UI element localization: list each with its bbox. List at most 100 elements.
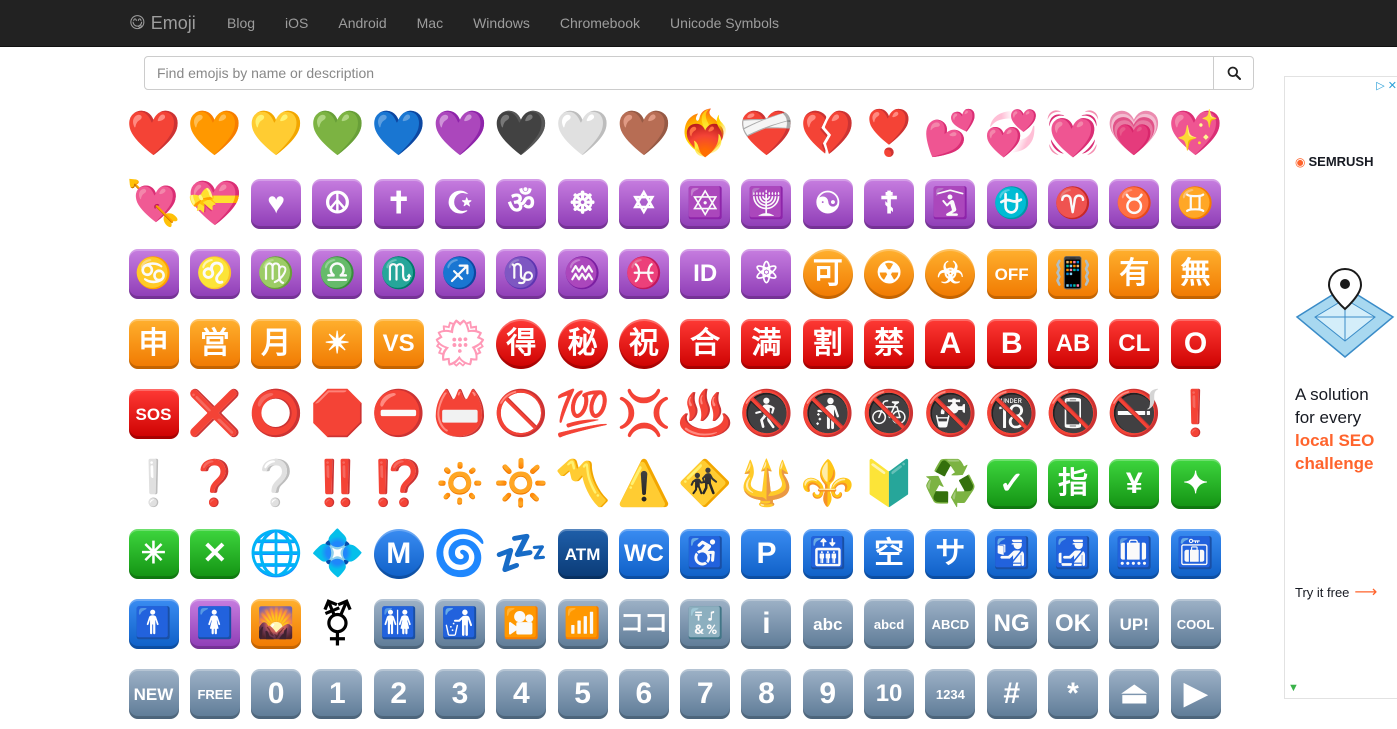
emoji-keycap-7[interactable]: 7 <box>675 659 736 729</box>
emoji-keycap-0[interactable]: 0 <box>246 659 307 729</box>
emoji-keycap-2[interactable]: 2 <box>368 659 429 729</box>
emoji-customs[interactable]: 🛃 <box>1042 519 1103 589</box>
emoji-gemini[interactable]: ♊ <box>1165 169 1226 239</box>
emoji-o-button[interactable]: O <box>1165 309 1226 379</box>
emoji-play-button[interactable]: ▶ <box>1165 659 1226 729</box>
emoji-mending-heart[interactable]: ❤️‍🩹 <box>736 99 797 169</box>
emoji-menorah[interactable]: 🕎 <box>736 169 797 239</box>
emoji-globe-with-meridians[interactable]: 🌐 <box>246 519 307 589</box>
adchoices-icon[interactable]: ▷ ✕ <box>1376 79 1397 92</box>
emoji-input-latin-uppercase[interactable]: ABCD <box>920 589 981 659</box>
emoji-keycap-6[interactable]: 6 <box>613 659 674 729</box>
emoji-not-free-of-charge[interactable]: 有 <box>1104 239 1165 309</box>
emoji-cyclone[interactable]: 🌀 <box>429 519 490 589</box>
emoji-sparkling-heart[interactable]: 💖 <box>1165 99 1226 169</box>
emoji-virgo[interactable]: ♍ <box>246 239 307 309</box>
emoji-information[interactable]: i <box>736 589 797 659</box>
emoji-peace-symbol[interactable]: ☮ <box>307 169 368 239</box>
emoji-white-exclamation[interactable]: ❕ <box>123 449 184 519</box>
emoji-leo[interactable]: ♌ <box>184 239 245 309</box>
emoji-diamond-with-a-dot[interactable]: 💠 <box>307 519 368 589</box>
emoji-broken-heart[interactable]: 💔 <box>797 99 858 169</box>
emoji-purple-heart[interactable]: 💜 <box>429 99 490 169</box>
emoji-recycling-symbol[interactable]: ♻️ <box>920 449 981 519</box>
emoji-womens-room[interactable]: 🚺 <box>184 589 245 659</box>
emoji-no-bicycles[interactable]: 🚳 <box>859 379 920 449</box>
emoji-beating-heart[interactable]: 💓 <box>1042 99 1103 169</box>
nav-link-ios[interactable]: iOS <box>270 0 323 47</box>
emoji-ng-button[interactable]: NG <box>981 589 1042 659</box>
ad-banner[interactable]: ▷ ✕ ◉ SEMRUSH A solution for every local… <box>1284 76 1397 699</box>
emoji-eight-pointed-star[interactable]: ✴ <box>307 309 368 379</box>
nav-link-unicode-symbols[interactable]: Unicode Symbols <box>655 0 794 47</box>
emoji-hollow-red-circle[interactable]: ⭕ <box>246 379 307 449</box>
emoji-vacancy-button[interactable]: 空 <box>859 519 920 589</box>
emoji-passing-grade[interactable]: 合 <box>675 309 736 379</box>
emoji-keycap-1[interactable]: 1 <box>307 659 368 729</box>
emoji-keycap-9[interactable]: 9 <box>797 659 858 729</box>
emoji-keycap-asterisk[interactable]: * <box>1042 659 1103 729</box>
emoji-sparkle[interactable]: ✦ <box>1165 449 1226 519</box>
emoji-keycap-5[interactable]: 5 <box>552 659 613 729</box>
emoji-eight-spoked-asterisk[interactable]: ✳ <box>123 519 184 589</box>
emoji-children-crossing[interactable]: 🚸 <box>675 449 736 519</box>
emoji-red-heart[interactable]: ❤️ <box>123 99 184 169</box>
emoji-capricorn[interactable]: ♑ <box>491 239 552 309</box>
emoji-cinema[interactable]: 🎦 <box>491 589 552 659</box>
emoji-antenna-bars[interactable]: 📶 <box>552 589 613 659</box>
ad-cta-link[interactable]: Try it free ⟶ <box>1295 582 1377 602</box>
emoji-green-heart[interactable]: 💚 <box>307 99 368 169</box>
emoji-wheel-of-dharma[interactable]: ☸ <box>552 169 613 239</box>
emoji-open-for-business[interactable]: 営 <box>184 309 245 379</box>
search-input[interactable] <box>144 56 1214 90</box>
emoji-keycap-10[interactable]: 10 <box>859 659 920 729</box>
emoji-id-button[interactable]: ID <box>675 239 736 309</box>
emoji-no-one-under-eighteen[interactable]: 🔞 <box>981 379 1042 449</box>
emoji-japanese-beginner[interactable]: 🔰 <box>859 449 920 519</box>
emoji-latin-cross[interactable]: ✝ <box>368 169 429 239</box>
emoji-litter-in-bin[interactable]: 🚮 <box>429 589 490 659</box>
emoji-service-charge[interactable]: サ <box>920 519 981 589</box>
emoji-white-question[interactable]: ❔ <box>246 449 307 519</box>
emoji-double-exclamation[interactable]: ‼️ <box>307 449 368 519</box>
emoji-wheelchair-symbol[interactable]: ♿ <box>675 519 736 589</box>
emoji-non-potable-water[interactable]: 🚱 <box>920 379 981 449</box>
emoji-prohibited[interactable]: 🚫 <box>491 379 552 449</box>
emoji-left-luggage[interactable]: 🛅 <box>1165 519 1226 589</box>
nav-link-android[interactable]: Android <box>323 0 401 47</box>
emoji-scorpio[interactable]: ♏ <box>368 239 429 309</box>
emoji-dotted-six-pointed-star[interactable]: 🔯 <box>675 169 736 239</box>
emoji-anger-symbol[interactable]: 💢 <box>613 379 674 449</box>
emoji-mobile-phone-off[interactable]: OFF <box>981 239 1042 309</box>
emoji-elevator[interactable]: 🛗 <box>797 519 858 589</box>
emoji-two-hearts[interactable]: 💕 <box>920 99 981 169</box>
emoji-b-button[interactable]: B <box>981 309 1042 379</box>
emoji-monthly-amount[interactable]: 月 <box>246 309 307 379</box>
emoji-black-heart[interactable]: 🖤 <box>491 99 552 169</box>
emoji-discount-button[interactable]: 割 <box>797 309 858 379</box>
emoji-input-numbers[interactable]: 1234 <box>920 659 981 729</box>
emoji-restroom[interactable]: 🚻 <box>368 589 429 659</box>
emoji-place-of-worship[interactable]: 🛐 <box>920 169 981 239</box>
emoji-free-button[interactable]: FREE <box>184 659 245 729</box>
emoji-star-of-david[interactable]: ✡ <box>613 169 674 239</box>
emoji-hot-springs[interactable]: ♨️ <box>675 379 736 449</box>
emoji-atom-symbol[interactable]: ⚛ <box>736 239 797 309</box>
emoji-reserved-button[interactable]: 指 <box>1042 449 1103 519</box>
emoji-dim-button[interactable]: 🔅 <box>429 449 490 519</box>
emoji-warning[interactable]: ⚠️ <box>613 449 674 519</box>
nav-link-windows[interactable]: Windows <box>458 0 545 47</box>
emoji-up-button[interactable]: UP! <box>1104 589 1165 659</box>
emoji-keycap-4[interactable]: 4 <box>491 659 552 729</box>
emoji-vibration-mode[interactable]: 📳 <box>1042 239 1103 309</box>
emoji-water-closet[interactable]: WC <box>613 519 674 589</box>
emoji-cancer[interactable]: ♋ <box>123 239 184 309</box>
emoji-keycap-hash[interactable]: # <box>981 659 1042 729</box>
emoji-circled-m[interactable]: M <box>368 519 429 589</box>
emoji-yellow-heart[interactable]: 💛 <box>246 99 307 169</box>
emoji-yin-yang[interactable]: ☯ <box>797 169 858 239</box>
emoji-no-entry[interactable]: ⛔ <box>368 379 429 449</box>
emoji-bargain-button[interactable]: 得 <box>491 309 552 379</box>
emoji-heart-on-fire[interactable]: ❤️‍🔥 <box>675 99 736 169</box>
emoji-no-smoking[interactable]: 🚭 <box>1104 379 1165 449</box>
